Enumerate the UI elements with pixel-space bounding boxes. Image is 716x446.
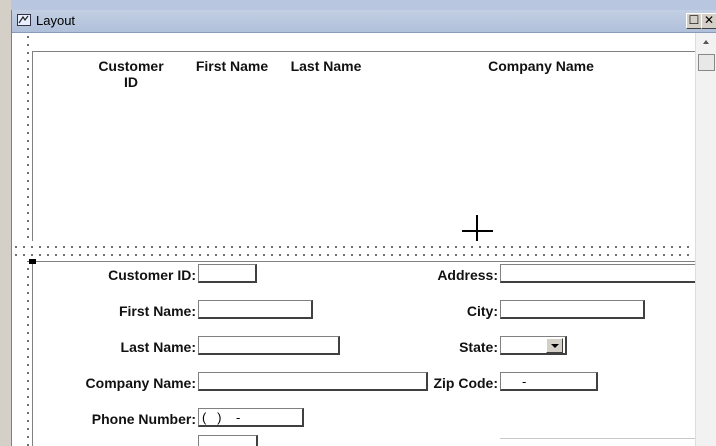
last-name-label: Last Name: xyxy=(120,339,196,355)
customer-id-field[interactable] xyxy=(198,264,257,283)
address-label: Address: xyxy=(437,267,498,283)
city-label: City: xyxy=(466,303,498,319)
window-frame-top xyxy=(11,0,716,10)
grid-dots-separator xyxy=(12,243,695,259)
header-customer-id[interactable]: Customer ID xyxy=(86,58,176,90)
layout-window-icon xyxy=(17,14,31,26)
first-name-label: First Name: xyxy=(118,303,196,319)
grid-dots-left xyxy=(24,33,32,446)
title-bar[interactable]: Layout ☐ ✕ xyxy=(12,10,716,33)
company-name-label: Company Name: xyxy=(85,375,196,391)
maximize-button[interactable]: ☐ xyxy=(686,13,702,29)
phone-number-field[interactable]: ( ) - xyxy=(198,408,304,427)
state-dropdown-arrow-icon[interactable] xyxy=(546,338,563,353)
zip-code-field[interactable]: - xyxy=(500,372,598,391)
scroll-thumb[interactable] xyxy=(698,54,715,71)
selection-handle[interactable] xyxy=(29,259,36,264)
city-field[interactable] xyxy=(500,300,645,319)
address-field[interactable] xyxy=(500,264,695,283)
window-frame-left xyxy=(0,0,12,446)
next-field-partial[interactable] xyxy=(198,435,258,446)
company-name-field[interactable] xyxy=(198,372,428,391)
layout-canvas[interactable]: Customer ID First Name Last Name Company… xyxy=(12,33,695,446)
header-company-name[interactable]: Company Name xyxy=(472,58,610,74)
partial-field-line xyxy=(500,438,695,439)
header-first-name[interactable]: First Name xyxy=(184,58,280,74)
state-label: State: xyxy=(459,339,498,355)
header-last-name[interactable]: Last Name xyxy=(284,58,368,74)
first-name-field[interactable] xyxy=(198,300,313,319)
scroll-up-arrow-icon[interactable] xyxy=(703,40,709,44)
vertical-scrollbar[interactable] xyxy=(695,33,716,446)
zip-code-label: Zip Code: xyxy=(433,375,498,391)
last-name-field[interactable] xyxy=(198,336,340,355)
window-title: Layout xyxy=(36,13,76,28)
phone-number-label: Phone Number: xyxy=(91,411,196,427)
customer-id-label: Customer ID: xyxy=(108,267,196,283)
close-button[interactable]: ✕ xyxy=(701,13,716,29)
